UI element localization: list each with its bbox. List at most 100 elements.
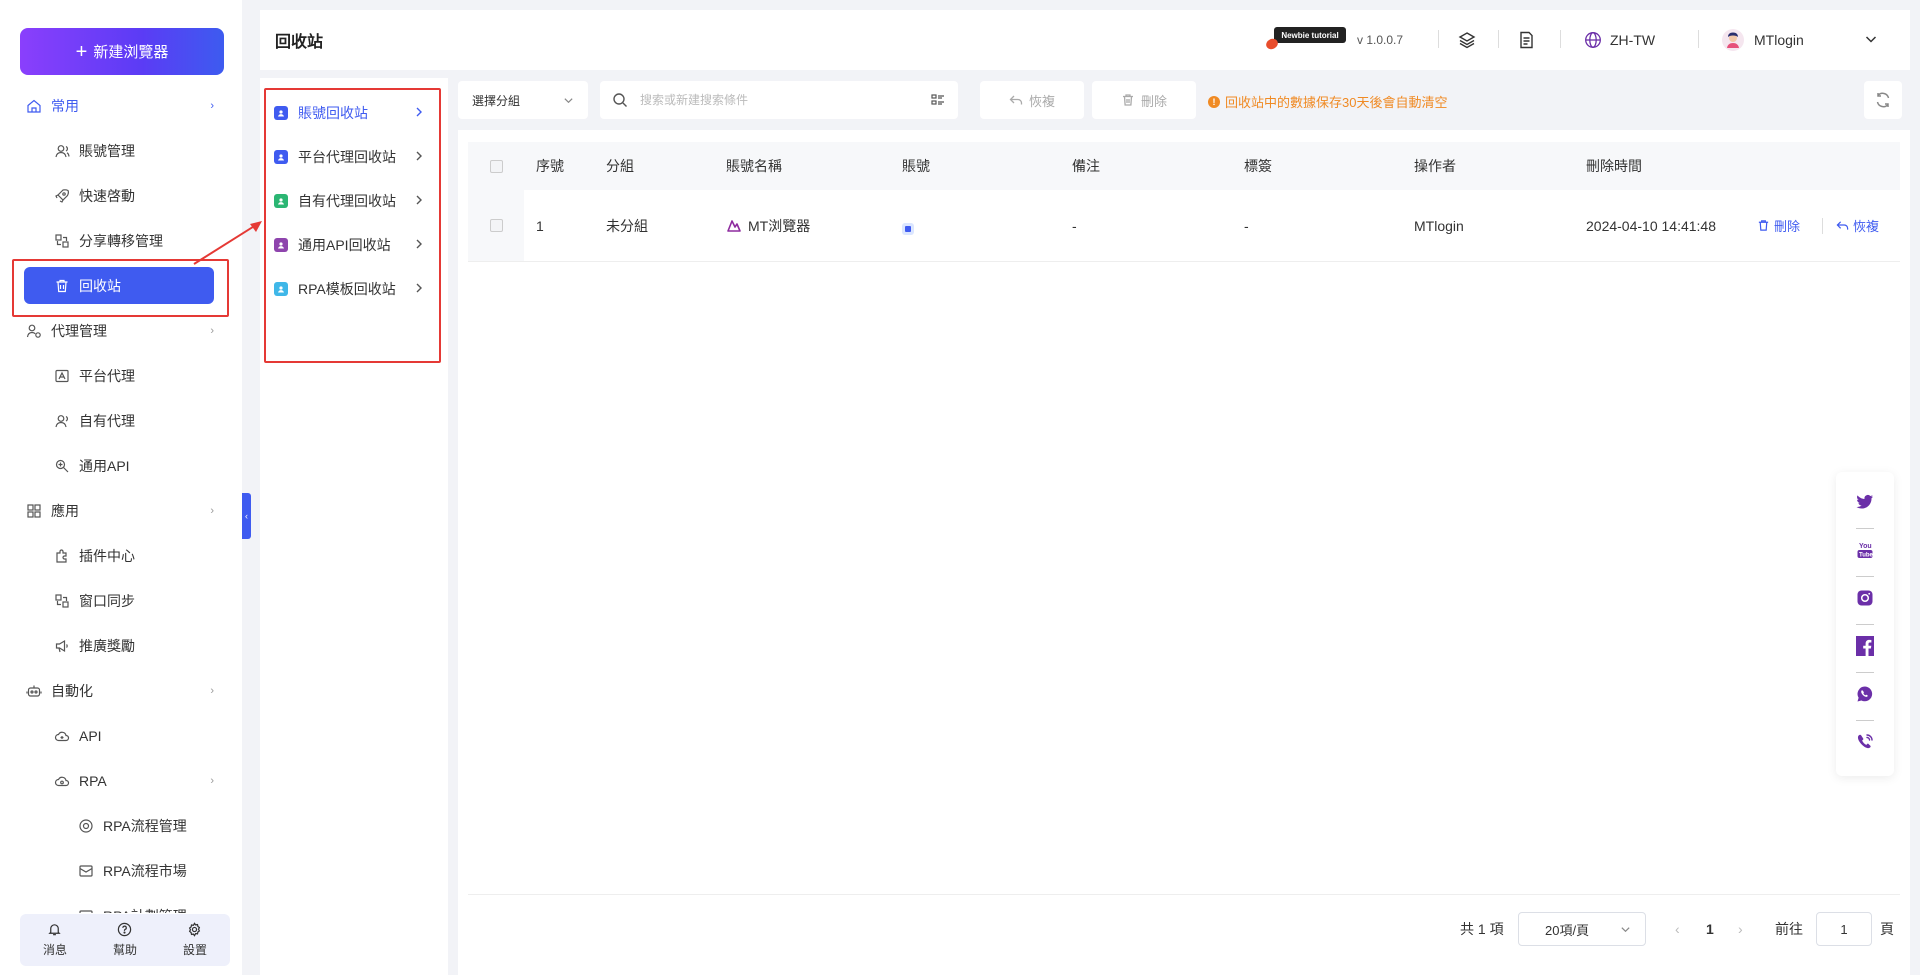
delete-button[interactable]: 刪除: [1092, 81, 1196, 119]
sidebar-item-label: 自有代理: [79, 412, 135, 429]
select-all-checkbox[interactable]: [489, 159, 503, 173]
new-browser-button[interactable]: + 新建浏覽器: [20, 28, 224, 75]
sidebar-item-15[interactable]: RPA ›: [0, 758, 242, 803]
category-icon: [274, 238, 288, 252]
newbie-tutorial-button[interactable]: Newbie tutorial: [1264, 27, 1348, 52]
sidebar-item-16[interactable]: RPA流程管理: [0, 803, 242, 848]
mt-browser-logo-icon: [727, 219, 741, 232]
user-icon: [54, 143, 70, 159]
settings-button[interactable]: 設置: [183, 922, 207, 958]
current-page[interactable]: 1: [1706, 912, 1714, 946]
top-header: 回收站 Newbie tutorial v 1.0.0.7 ZH-TW MTlo…: [260, 10, 1910, 70]
recycle-category-label: 通用API回收站: [298, 237, 391, 253]
sidebar-item-label: 應用: [51, 502, 79, 519]
sidebar-item-9[interactable]: 應用 ›: [0, 488, 242, 533]
sidebar-item-2[interactable]: 快速啓動: [0, 173, 242, 218]
sidebar-item-label: 窗口同步: [79, 592, 135, 609]
filter-list-icon[interactable]: [930, 92, 946, 108]
sidebar-item-8[interactable]: 通用API: [0, 443, 242, 488]
layers-icon[interactable]: [1456, 29, 1478, 51]
recycle-category-2[interactable]: 自有代理回收站: [274, 182, 434, 220]
chevron-down-icon[interactable]: [1864, 32, 1878, 49]
instagram-icon[interactable]: [1853, 586, 1877, 610]
sidebar-item-17[interactable]: RPA流程市場: [0, 848, 242, 893]
sidebar-item-1[interactable]: 賬號管理: [0, 128, 242, 173]
help-icon: [118, 922, 132, 937]
page-size-select[interactable]: 20項/頁: [1518, 912, 1646, 946]
sidebar-item-12[interactable]: 推廣獎勵: [0, 623, 242, 668]
settings-label: 設置: [182, 943, 207, 957]
sidebar-item-18[interactable]: RPA計劃管理: [0, 893, 242, 913]
next-page-button[interactable]: ›: [1738, 912, 1743, 946]
recycle-category-3[interactable]: 通用API回收站: [274, 226, 434, 264]
sidebar-item-label: RPA計劃管理: [103, 906, 187, 914]
row-checkbox[interactable]: [489, 219, 503, 232]
col-tag: 標簽: [1244, 158, 1272, 174]
whatsapp-icon[interactable]: [1853, 682, 1877, 706]
goto-page-input[interactable]: [1816, 912, 1872, 946]
megaphone-icon: [54, 638, 70, 654]
youtube-icon[interactable]: You Tube: [1853, 538, 1877, 562]
retention-notice: ! 回收站中的數據保存30天後會自動清空: [1208, 92, 1447, 111]
group-select-value: 選擇分組: [472, 93, 521, 108]
facebook-icon[interactable]: [1853, 634, 1877, 658]
messages-button[interactable]: 消息: [43, 922, 67, 958]
row-delete-button[interactable]: 刪除: [1757, 216, 1800, 235]
sidebar-item-0[interactable]: 常用 ›: [0, 83, 242, 128]
document-list-icon[interactable]: [1515, 29, 1537, 51]
footer-divider: [468, 894, 1900, 895]
help-button[interactable]: 幫助: [113, 922, 137, 958]
sidebar-item-label: 自動化: [51, 682, 93, 699]
sidebar-item-5[interactable]: 代理管理 ›: [0, 308, 242, 353]
table-row[interactable]: 1 未分組 MT浏覽器 - - MTlogin 2024-04-10 14:41…: [468, 190, 1900, 262]
language-switch[interactable]: ZH-TW: [1584, 31, 1655, 49]
language-label: ZH-TW: [1610, 32, 1656, 48]
chevron-right-icon: [414, 105, 424, 121]
recycle-category-0[interactable]: 賬號回收站: [274, 94, 434, 132]
share-icon: [54, 233, 70, 249]
social-links-bar: You Tube: [1836, 472, 1894, 776]
help-label: 幫助: [112, 943, 137, 957]
header-divider: [1438, 30, 1439, 48]
social-divider: [1856, 576, 1874, 577]
svg-text:You: You: [1859, 543, 1872, 550]
sidebar-collapse-toggle[interactable]: ‹: [242, 493, 251, 539]
restore-label: 恢複: [1028, 93, 1055, 109]
recycle-category-label: 平台代理回收站: [298, 149, 396, 165]
sidebar-item-label: RPA流程管理: [103, 817, 187, 834]
col-deleted-at: 刪除時間: [1586, 158, 1642, 174]
cell-operator: MTlogin: [1414, 217, 1464, 234]
sidebar-item-4[interactable]: 回收站: [24, 267, 214, 304]
prev-page-button[interactable]: ‹: [1675, 912, 1680, 946]
action-divider: [1822, 218, 1823, 234]
phone-icon[interactable]: [1853, 730, 1877, 754]
col-index: 序號: [536, 158, 564, 174]
sidebar-item-6[interactable]: 平台代理: [0, 353, 242, 398]
sidebar-item-11[interactable]: 窗口同步: [0, 578, 242, 623]
sidebar-item-3[interactable]: 分享轉移管理: [0, 218, 242, 263]
proxy-icon: [26, 323, 42, 339]
refresh-button[interactable]: [1864, 81, 1902, 119]
sidebar-item-10[interactable]: 插件中心: [0, 533, 242, 578]
user-menu[interactable]: MTlogin: [1722, 29, 1804, 51]
recycle-table: 序號 分組 賬號名稱 賬號 備注 標簽 操作者 刪除時間 1 未分組 MT浏覽器…: [468, 142, 1900, 262]
header-divider: [1698, 30, 1699, 48]
row-restore-button[interactable]: 恢複: [1836, 216, 1879, 235]
sidebar-item-7[interactable]: 自有代理: [0, 398, 242, 443]
rocket-icon: [54, 188, 70, 204]
twitter-icon[interactable]: [1853, 490, 1877, 514]
group-select[interactable]: 選擇分組: [458, 81, 588, 119]
cell-index: 1: [536, 217, 544, 234]
recycle-category-1[interactable]: 平台代理回收站: [274, 138, 434, 176]
search-input[interactable]: [640, 93, 930, 107]
chevron-right-icon: [414, 193, 424, 209]
sidebar-item-14[interactable]: API: [0, 713, 242, 758]
sidebar-item-label: 推廣獎勵: [79, 637, 135, 654]
restore-button[interactable]: 恢複: [980, 81, 1084, 119]
bell-icon: [48, 924, 62, 936]
recycle-category-4[interactable]: RPA模板回收站: [274, 270, 434, 308]
category-icon: [274, 106, 288, 120]
home-icon: [26, 98, 42, 114]
col-account-name: 賬號名稱: [726, 158, 782, 174]
sidebar-item-13[interactable]: 自動化 ›: [0, 668, 242, 713]
